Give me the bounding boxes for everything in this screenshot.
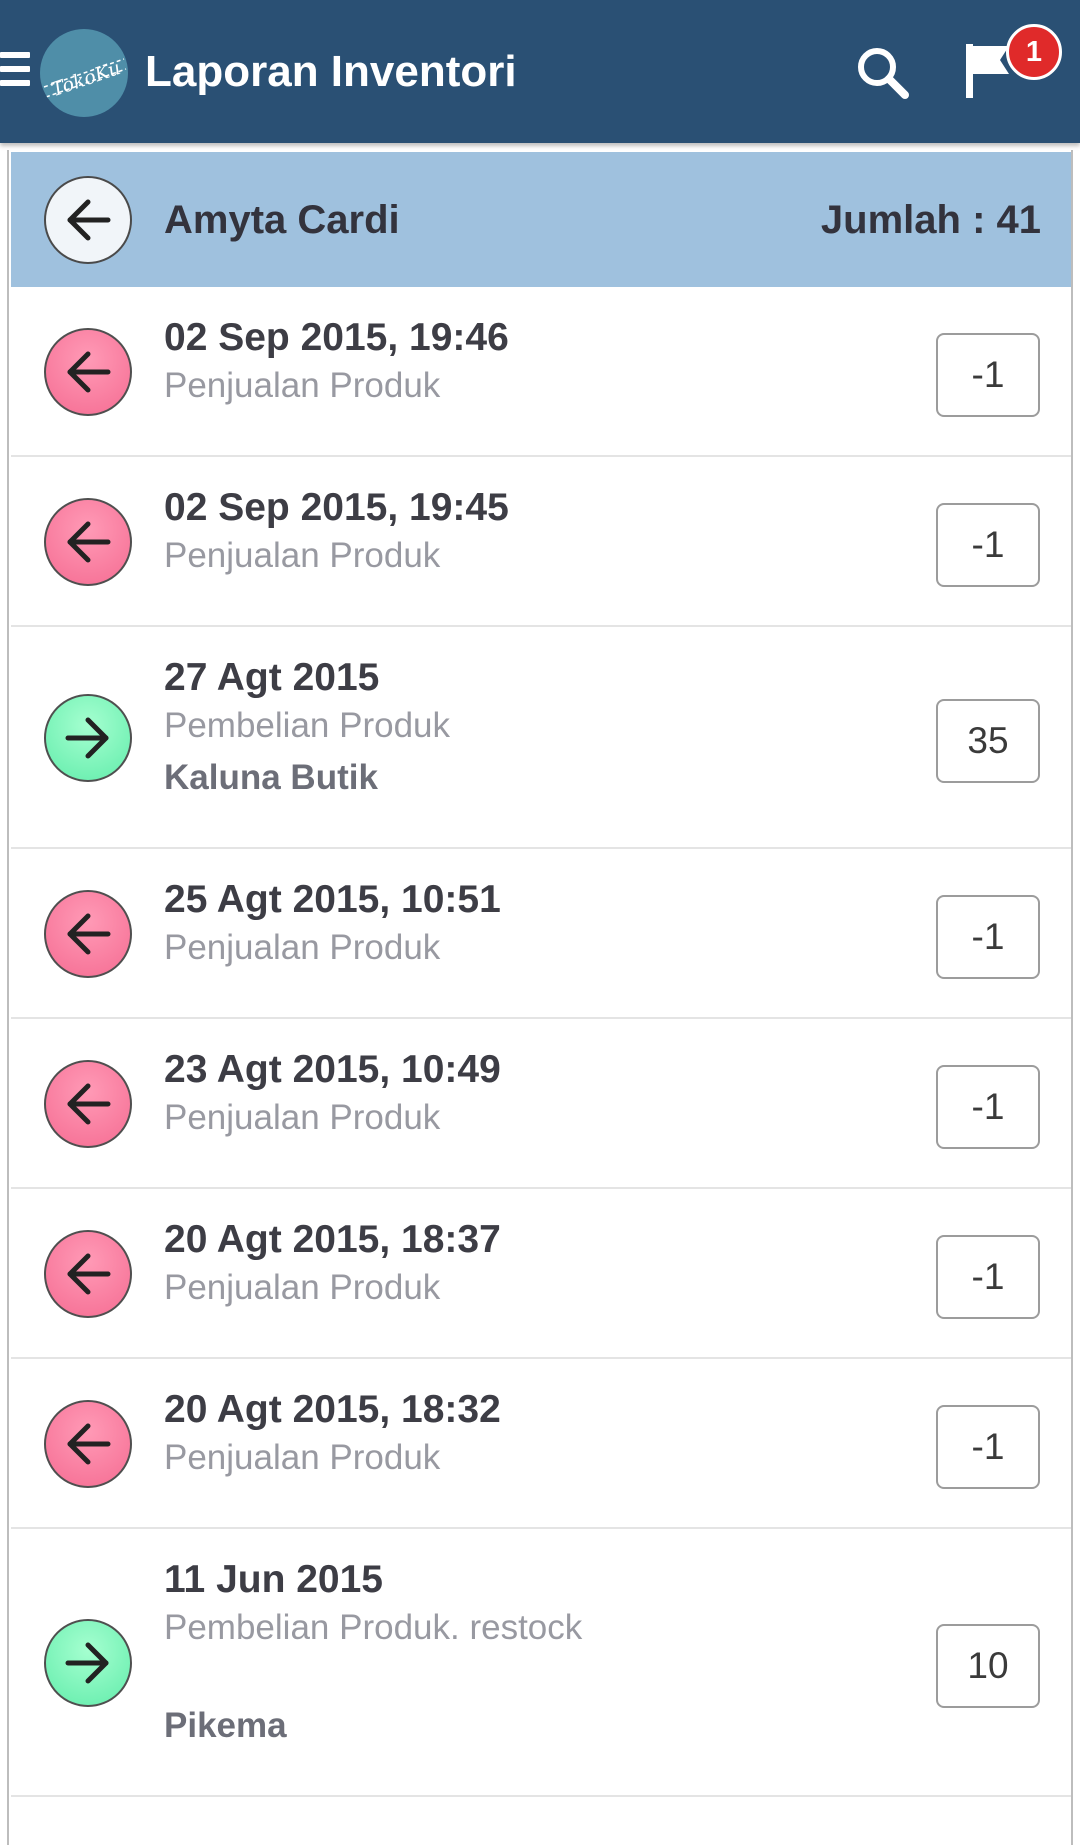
inventory-report-list: Amyta Cardi Jumlah : 41 02 Sep 2015, 19:… bbox=[7, 150, 1073, 1845]
transaction-row[interactable]: 23 Agt 2015, 10:49 Penjualan Produk -1 bbox=[11, 1019, 1071, 1189]
quantity-box: -1 bbox=[936, 895, 1040, 979]
outgoing-indicator bbox=[44, 1230, 132, 1318]
transaction-date: 20 Agt 2015, 18:32 bbox=[164, 1388, 501, 1431]
summary-header: Amyta Cardi Jumlah : 41 bbox=[11, 152, 1071, 287]
arrow-right-icon bbox=[65, 717, 109, 759]
transaction-row[interactable]: 02 Sep 2015, 19:45 Penjualan Produk -1 bbox=[11, 457, 1071, 627]
transaction-type: Penjualan Produk bbox=[164, 536, 441, 575]
transaction-date: 20 Agt 2015, 18:37 bbox=[164, 1218, 501, 1261]
supplier-name: Pikema bbox=[164, 1706, 287, 1745]
notification-badge[interactable]: 1 bbox=[1006, 24, 1062, 80]
transaction-date: 02 Sep 2015, 19:45 bbox=[164, 486, 509, 529]
quantity-box: -1 bbox=[936, 1065, 1040, 1149]
transaction-type: Penjualan Produk bbox=[164, 1438, 441, 1477]
customer-name: Amyta Cardi bbox=[164, 198, 400, 242]
outgoing-indicator bbox=[44, 1400, 132, 1488]
outgoing-indicator bbox=[44, 890, 132, 978]
page-title: Laporan Inventori bbox=[145, 47, 517, 96]
incoming-indicator bbox=[44, 694, 132, 782]
quantity-box: 10 bbox=[936, 1624, 1040, 1708]
transaction-type: Penjualan Produk bbox=[164, 1098, 441, 1137]
arrow-left-icon bbox=[67, 1253, 111, 1295]
quantity-box: -1 bbox=[936, 1405, 1040, 1489]
transaction-row[interactable]: 25 Agt 2015, 10:51 Penjualan Produk -1 bbox=[11, 849, 1071, 1019]
transaction-type: Penjualan Produk bbox=[164, 366, 441, 405]
menu-icon[interactable] bbox=[0, 52, 30, 94]
transaction-date: 02 Sep 2015, 19:46 bbox=[164, 316, 509, 359]
arrow-left-icon bbox=[67, 1083, 111, 1125]
transaction-date: 23 Agt 2015, 10:49 bbox=[164, 1048, 501, 1091]
arrow-right-icon bbox=[65, 1642, 109, 1684]
transaction-row[interactable]: 02 Sep 2015, 19:46 Penjualan Produk -1 bbox=[11, 287, 1071, 457]
outgoing-indicator bbox=[44, 498, 132, 586]
quantity-box: 35 bbox=[936, 699, 1040, 783]
arrow-left-icon bbox=[67, 913, 111, 955]
transaction-row[interactable]: 20 Agt 2015, 18:37 Penjualan Produk -1 bbox=[11, 1189, 1071, 1359]
transaction-type: Penjualan Produk bbox=[164, 928, 441, 967]
outgoing-indicator bbox=[44, 1060, 132, 1148]
transaction-date: 27 Agt 2015 bbox=[164, 656, 380, 699]
app-bar: TokoKu Laporan Inventori 1 bbox=[0, 0, 1080, 143]
arrow-left-icon bbox=[67, 199, 111, 241]
transaction-row[interactable]: 27 Agt 2015 Pembelian Produk Kaluna Buti… bbox=[11, 627, 1071, 849]
quantity-box: -1 bbox=[936, 333, 1040, 417]
transaction-date: 11 Jun 2015 bbox=[164, 1558, 383, 1601]
transaction-row[interactable]: 11 Jun 2015 Pembelian Produk. restock Pi… bbox=[11, 1529, 1071, 1797]
arrow-left-icon bbox=[67, 521, 111, 563]
arrow-left-icon bbox=[67, 351, 111, 393]
transaction-row[interactable]: 20 Agt 2015, 18:32 Penjualan Produk -1 bbox=[11, 1359, 1071, 1529]
total-count: Jumlah : 41 bbox=[820, 198, 1041, 242]
outgoing-indicator bbox=[44, 328, 132, 416]
transaction-type: Pembelian Produk bbox=[164, 706, 450, 745]
transaction-date: 25 Agt 2015, 10:51 bbox=[164, 878, 501, 921]
supplier-name: Kaluna Butik bbox=[164, 758, 378, 797]
back-button[interactable] bbox=[44, 176, 132, 264]
transaction-type: Penjualan Produk bbox=[164, 1268, 441, 1307]
quantity-box: -1 bbox=[936, 1235, 1040, 1319]
search-icon[interactable] bbox=[853, 43, 913, 103]
incoming-indicator bbox=[44, 1619, 132, 1707]
app-logo[interactable]: TokoKu bbox=[40, 29, 128, 117]
quantity-box: -1 bbox=[936, 503, 1040, 587]
svg-text:TokoKu: TokoKu bbox=[49, 57, 124, 101]
transaction-type: Pembelian Produk. restock bbox=[164, 1608, 583, 1647]
arrow-left-icon bbox=[67, 1423, 111, 1465]
